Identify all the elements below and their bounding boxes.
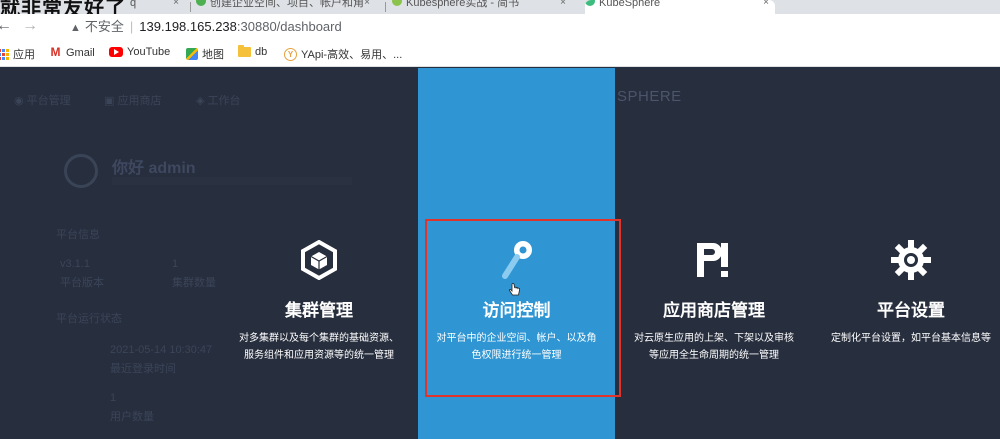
- menu-description-line: 等应用全生命周期的统一管理: [649, 350, 779, 361]
- cluster-count-label: 集群数量: [172, 277, 216, 289]
- platform-overlay: ◉ 平台管理 ▣ 应用商店 ◈ 工作台 你好 admin 平台信息 v3.1.1…: [0, 68, 1000, 439]
- tab-label: q: [130, 0, 137, 9]
- video-watermark-text: 就非常友好了: [0, 0, 126, 14]
- bookmark-apps[interactable]: 应用: [0, 46, 35, 62]
- menu-description-line: 定制化平台设置，如平台基本信息等: [831, 333, 991, 344]
- bookmark-db-folder[interactable]: db: [238, 45, 268, 58]
- menu-description: 对云原生应用的上架、下架以及审核 等应用全生命周期的统一管理: [625, 330, 803, 364]
- menu-description-line: 对云原生应用的上架、下架以及审核: [634, 333, 794, 344]
- tab-label: Kubesphere实战 - 简书: [406, 0, 520, 9]
- tab-separator: [190, 2, 191, 12]
- menu-description-line: 服务组件和应用资源等的统一管理: [244, 350, 394, 361]
- last-login-time: 2021-05-14 10:30:47: [110, 344, 213, 356]
- tab-separator: [385, 2, 386, 12]
- bookmark-label: 地图: [202, 49, 224, 61]
- url-separator: |: [129, 19, 134, 34]
- bookmark-gmail[interactable]: M Gmail: [49, 46, 95, 59]
- apps-icon: [0, 48, 9, 60]
- menu-description: 对多集群以及每个集群的基础资源、 服务组件和应用资源等的统一管理: [230, 330, 408, 364]
- browser-tab-2[interactable]: 创建企业空间、项目、帐户和角 ×: [196, 0, 376, 14]
- close-icon[interactable]: ×: [560, 0, 566, 8]
- browser-tab-1[interactable]: q ×: [130, 0, 185, 14]
- section-platform-runtime: 平台运行状态: [56, 313, 122, 325]
- bookmark-label: YApi-高效、易用、...: [301, 49, 403, 61]
- bookmark-yapi[interactable]: Y YApi-高效、易用、...: [284, 46, 402, 62]
- cluster-count: 1: [172, 258, 179, 270]
- platform-version-label: 平台版本: [60, 277, 104, 289]
- greeting: 你好 admin: [112, 160, 196, 177]
- browser-tab-active[interactable]: KubeSphere ×: [585, 0, 775, 14]
- account-count: 1: [110, 392, 117, 404]
- gear-icon: [889, 238, 933, 282]
- avatar: [64, 154, 98, 188]
- last-login-label: 最近登录时间: [110, 363, 176, 375]
- folder-icon: [238, 45, 251, 57]
- bookmark-youtube[interactable]: YouTube: [109, 46, 170, 58]
- browser-address-bar: ← → ▲ 不安全 | 139.198.165.238:30880/dashboard: [0, 14, 1000, 40]
- bookmarks-bar: 应用 M Gmail YouTube 地图 db Y YApi-高效、易用、..…: [0, 40, 1000, 67]
- bookmark-label: Gmail: [66, 46, 95, 59]
- platform-version: v3.1.1: [60, 258, 90, 270]
- browser-tab-strip: 就非常友好了 q × 创建企业空间、项目、帐户和角 × Kubesphere实战 -…: [0, 0, 1000, 14]
- close-icon[interactable]: ×: [364, 0, 370, 8]
- hand-cursor-icon: [508, 283, 521, 302]
- cluster-icon: [297, 238, 341, 282]
- url-path: :30880/dashboard: [236, 19, 342, 34]
- tab-label: 创建企业空间、项目、帐户和角: [210, 0, 364, 9]
- bookmark-label: db: [255, 46, 268, 58]
- menu-title: 应用商店管理: [663, 301, 765, 320]
- insecure-label[interactable]: 不安全: [85, 19, 124, 34]
- youtube-icon: [109, 47, 123, 57]
- kubesphere-favicon-icon: [196, 0, 206, 6]
- app-store-icon: [692, 238, 736, 282]
- close-icon[interactable]: ×: [763, 0, 769, 8]
- yapi-icon: Y: [284, 47, 297, 61]
- browser-tab-3[interactable]: Kubesphere实战 - 简书 ×: [392, 0, 572, 14]
- menu-title: 集群管理: [285, 301, 353, 320]
- nav-app-store: ▣ 应用商店: [104, 95, 162, 107]
- section-platform-info: 平台信息: [56, 229, 100, 241]
- menu-app-store-management[interactable]: 应用商店管理 对云原生应用的上架、下架以及审核 等应用全生命周期的统一管理: [615, 68, 813, 439]
- tab-label: KubeSphere: [599, 0, 661, 9]
- menu-description-line: 对多集群以及每个集群的基础资源、: [239, 333, 399, 344]
- url-host: 139.198.165.238: [139, 19, 237, 34]
- bookmark-label: 应用: [13, 49, 35, 61]
- forward-arrow-icon[interactable]: →: [22, 17, 38, 35]
- back-arrow-icon[interactable]: ←: [0, 17, 12, 35]
- warning-icon[interactable]: ▲: [70, 22, 81, 34]
- gmail-icon: M: [50, 45, 61, 59]
- bookmark-maps[interactable]: 地图: [186, 46, 224, 62]
- maps-icon: [186, 48, 198, 60]
- url-input[interactable]: ▲ 不安全 | 139.198.165.238:30880/dashboard: [52, 16, 992, 38]
- kubesphere-favicon-icon: [585, 0, 595, 6]
- menu-description: 定制化平台设置，如平台基本信息等: [823, 330, 999, 347]
- nav-platform: ◉ 平台管理: [14, 95, 71, 107]
- bookmark-label: YouTube: [127, 46, 171, 58]
- account-count-label: 用户数量: [110, 411, 154, 423]
- menu-platform-settings[interactable]: 平台设置 定制化平台设置，如平台基本信息等: [813, 68, 1000, 439]
- menu-cluster-management[interactable]: 集群管理 对多集群以及每个集群的基础资源、 服务组件和应用资源等的统一管理: [220, 68, 418, 439]
- jianshu-favicon-icon: [392, 0, 402, 6]
- close-icon[interactable]: ×: [173, 0, 179, 8]
- menu-title: 平台设置: [877, 301, 945, 320]
- red-highlight-box: [425, 219, 621, 397]
